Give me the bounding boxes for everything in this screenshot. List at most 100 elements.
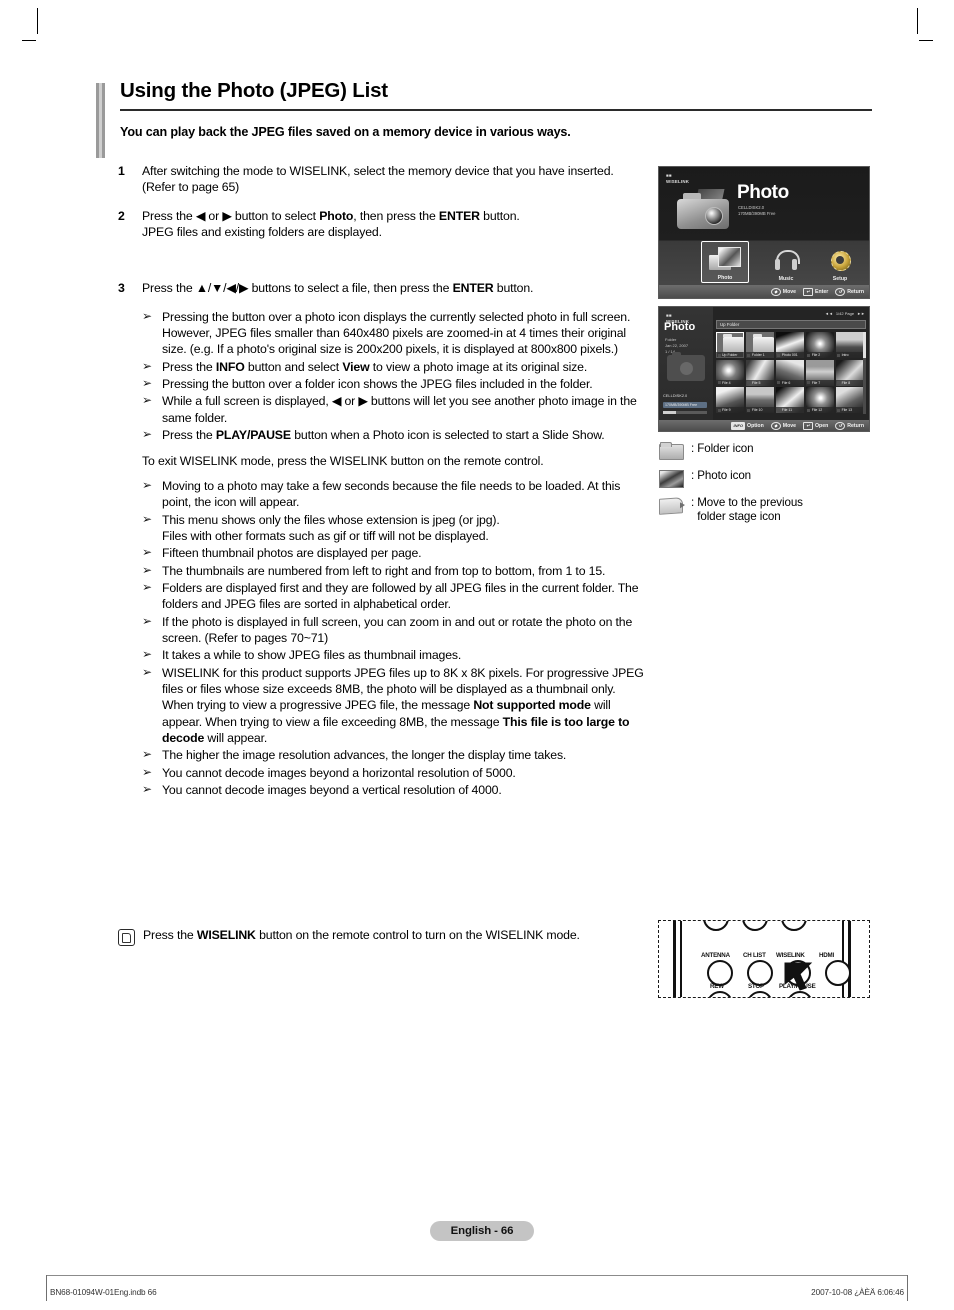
legend-row-up-folder: : Move to the previous folder stage icon: [658, 495, 888, 525]
list-item: ➢ This menu shows only the files whose e…: [142, 512, 648, 545]
title-block: Using the Photo (JPEG) List You can play…: [96, 79, 872, 158]
footer-divider: [46, 1275, 908, 1276]
list-item: ➢ You cannot decode images beyond a vert…: [142, 782, 648, 798]
thumbnail-cell[interactable]: File 6: [775, 359, 805, 386]
list-item: ➢ Moving to a photo may take a few secon…: [142, 478, 648, 511]
list-item-text: This menu shows only the files whose ext…: [162, 512, 500, 543]
list-item-text: Fifteen thumbnail photos are displayed p…: [162, 546, 422, 561]
enter-key-icon: ↵: [803, 421, 814, 430]
return-key-icon: ↺: [835, 421, 846, 430]
note-text: Press the WISELINK button on the remote …: [143, 928, 580, 942]
folder-icon: [752, 334, 775, 352]
photo-icon: [658, 468, 684, 488]
step-3: 3 Press the ▲/▼/◀/▶ buttons to select a …: [118, 280, 648, 296]
mode-icon-music[interactable]: Music: [763, 245, 809, 282]
exit-paragraph: To exit WISELINK mode, press the WISELIN…: [142, 454, 544, 469]
footer-timestamp: 2007-10-08 ¿ÀÈÄ 6:06:46: [811, 1288, 904, 1297]
thumbnail-cell[interactable]: File 10: [745, 387, 775, 413]
page-title: Using the Photo (JPEG) List: [120, 79, 388, 102]
bullet-arrow-icon: ➢: [142, 545, 152, 560]
list-item: ➢ Fifteen thumbnail photos are displayed…: [142, 545, 648, 561]
step-2-number: 2: [118, 208, 125, 223]
title-accent-bar: [96, 83, 105, 158]
list-item-text: WISELINK for this product supports JPEG …: [162, 665, 644, 745]
mode-icon-music-label: Music: [778, 276, 794, 282]
thumbnail-cell[interactable]: File 5: [745, 359, 775, 386]
page-number-badge: English - 66: [430, 1221, 534, 1241]
device-info: CELLDISK2.0 170MB/390MB Free: [738, 205, 775, 218]
bullet-arrow-icon: ➢: [142, 308, 152, 323]
bullet-arrow-icon: ➢: [142, 613, 152, 628]
photo-shape: [718, 247, 741, 267]
list-item-text: You cannot decode images beyond a vertic…: [162, 783, 502, 797]
thumbnail-cell[interactable]: Intro: [835, 332, 864, 358]
enter-key-icon: ↵: [803, 287, 814, 296]
list-item: ➢ WISELINK for this product supports JPE…: [142, 665, 648, 747]
list-item: ➢ Folders are displayed first and they a…: [142, 580, 648, 613]
bullet-arrow-icon: ➢: [142, 562, 152, 577]
page-indicator: ◄◄ 1/42 Page ►►: [825, 311, 865, 316]
thumbnail-cell[interactable]: File 2: [805, 332, 835, 358]
legend-text: : Photo icon: [691, 469, 752, 482]
mode-icon-photo[interactable]: Photo: [701, 241, 749, 283]
thumbnail-label: File 12: [805, 407, 835, 413]
thumbnail-cell[interactable]: Photo 001: [775, 332, 805, 358]
thumbnail-label: File 10: [745, 407, 775, 413]
info-key-icon: INFO: [731, 421, 746, 430]
intro-paragraph: You can play back the JPEG files saved o…: [120, 124, 571, 139]
bullet-arrow-icon: ➢: [142, 358, 152, 373]
screenshot-wiselink-menu: ■■ WISELINK Photo CELLDISK2.0 170MB/390MB…: [658, 166, 870, 299]
crop-mark-top-right-horizontal: [919, 40, 933, 41]
list-item-text: The thumbnails are numbered from left to…: [162, 563, 606, 578]
thumbnail-cell-folder-1[interactable]: Folder 1: [745, 332, 775, 358]
title-divider: [120, 108, 872, 111]
step-2-text: Press the ◀ or ▶ button to select Photo,…: [142, 208, 520, 240]
page-next-icon[interactable]: ►►: [857, 311, 865, 316]
remote-label-rew: REW: [710, 983, 724, 990]
thumbnail-label: File 6: [775, 379, 805, 386]
bullet-arrow-icon: ➢: [142, 782, 152, 796]
thumbnail-cell[interactable]: File 7: [805, 359, 835, 386]
thumbnail-cell[interactable]: File 11: [775, 387, 805, 413]
list-item-text: Folders are displayed first and they are…: [162, 580, 639, 612]
bullet-arrow-icon: ➢: [142, 747, 152, 762]
bullet-arrow-icon: ➢: [142, 764, 152, 779]
thumbnail-label: File 11: [775, 407, 805, 413]
rail-camera-icon: [667, 352, 705, 381]
thumbnail-cell[interactable]: File 9: [716, 387, 745, 413]
thumbnail-label: Intro: [835, 352, 864, 358]
bullet-list-one: ➢ Pressing the button over a photo icon …: [142, 309, 648, 444]
thumbnail-cell[interactable]: File 12: [805, 387, 835, 413]
up-folder-bar[interactable]: Up Folder: [716, 320, 866, 329]
status-move: ◆ Move: [770, 421, 796, 430]
status-return: ↺ Return: [835, 421, 864, 430]
remote-button-hdmi[interactable]: [825, 960, 851, 986]
thumbnail-cell[interactable]: File 4: [716, 359, 745, 386]
instructions-column: 1 After switching the mode to WISELINK, …: [118, 163, 648, 799]
browser-status-bar: INFO Option ◆ Move ↵ Open ↺ Return: [659, 420, 869, 431]
footer-right-rule: [907, 1275, 908, 1301]
move-key-icon: ◆: [770, 421, 781, 430]
list-item: ➢ It takes a while to show JPEG files as…: [142, 647, 648, 663]
status-enter: ↵ Enter: [803, 287, 828, 296]
thumbnail-grid: Up Folder Folder 1 Photo 001 File 2 Intr: [716, 332, 864, 413]
thumbnail-cell[interactable]: File 13: [835, 387, 864, 413]
folder-icon: [658, 441, 684, 460]
device-free: 170MB/390MB Free: [738, 211, 776, 217]
status-return: ↺ Return: [835, 287, 864, 296]
thumbnail-cell-up-folder[interactable]: Up Folder: [716, 332, 745, 358]
list-item: ➢ Press the PLAY/PAUSE button when a Pho…: [142, 427, 648, 443]
thumbnail-cell[interactable]: File 8: [835, 359, 864, 386]
remote-control-figure: ANTENNA CH LIST WISELINK HDMI REW STOP P…: [658, 920, 870, 998]
step-2: 2 Press the ◀ or ▶ button to select Phot…: [118, 208, 648, 241]
page-prev-icon[interactable]: ◄◄: [825, 311, 833, 316]
mode-icon-setup[interactable]: Setup: [817, 245, 863, 282]
list-item: ➢ Pressing the button over a photo icon …: [142, 309, 648, 358]
remote-label-chlist: CH LIST: [743, 952, 766, 959]
page-indicator-label: 1/42 Page: [835, 311, 855, 316]
list-item: ➢ The thumbnails are numbered from left …: [142, 563, 648, 579]
step-1-number: 1: [118, 164, 125, 178]
vertical-scrollbar[interactable]: [863, 332, 866, 414]
list-item-text: You cannot decode images beyond a horizo…: [162, 765, 516, 780]
footer-filename: BN68-01094W-01Eng.indb 66: [50, 1288, 157, 1297]
